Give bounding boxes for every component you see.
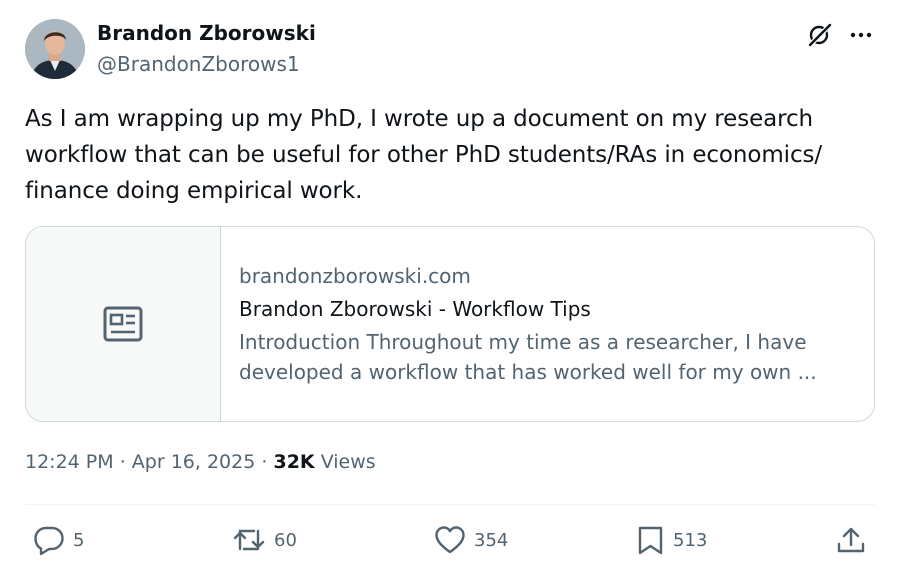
- grok-icon[interactable]: [806, 20, 834, 48]
- meta-separator: ·: [261, 451, 268, 473]
- meta-separator: ·: [119, 451, 126, 473]
- repost-button[interactable]: 60: [232, 524, 297, 556]
- card-domain: brandonzborowski.com: [239, 264, 471, 288]
- avatar[interactable]: [25, 19, 85, 79]
- newspaper-icon: [103, 306, 143, 342]
- author-handle[interactable]: @BrandonZborows1: [97, 52, 300, 76]
- card-description: Introduction Throughout my time as a res…: [239, 330, 817, 384]
- views-count[interactable]: 32K: [273, 451, 314, 473]
- like-count: 354: [474, 529, 509, 551]
- tweet: Brandon Zborowski @BrandonZborows1 As I …: [0, 0, 898, 576]
- card-title: Brandon Zborowski - Workflow Tips: [239, 297, 591, 321]
- reply-button[interactable]: 5: [33, 524, 84, 556]
- like-button[interactable]: 354: [434, 524, 508, 556]
- reply-count: 5: [73, 529, 85, 551]
- divider: [25, 504, 875, 505]
- share-icon: [836, 525, 866, 555]
- tweet-time[interactable]: 12:24 PM: [25, 451, 114, 473]
- repost-icon: [232, 525, 266, 555]
- bookmark-count: 513: [673, 529, 708, 551]
- tweet-date[interactable]: Apr 16, 2025: [132, 451, 256, 473]
- reply-icon: [33, 525, 65, 555]
- link-card[interactable]: brandonzborowski.com Brandon Zborowski -…: [25, 226, 875, 422]
- author-display-name[interactable]: Brandon Zborowski: [97, 21, 316, 45]
- like-icon: [434, 525, 466, 555]
- tweet-text: As I am wrapping up my PhD, I wrote up a…: [25, 106, 823, 204]
- bookmark-button[interactable]: 513: [637, 524, 707, 556]
- share-button[interactable]: [836, 524, 866, 556]
- bookmark-icon: [637, 525, 665, 555]
- repost-count: 60: [274, 529, 297, 551]
- more-icon[interactable]: [848, 22, 874, 48]
- tweet-meta: 12:24 PM · Apr 16, 2025 · 32K Views: [25, 451, 376, 473]
- card-thumbnail: [26, 227, 221, 421]
- views-label: Views: [320, 451, 376, 473]
